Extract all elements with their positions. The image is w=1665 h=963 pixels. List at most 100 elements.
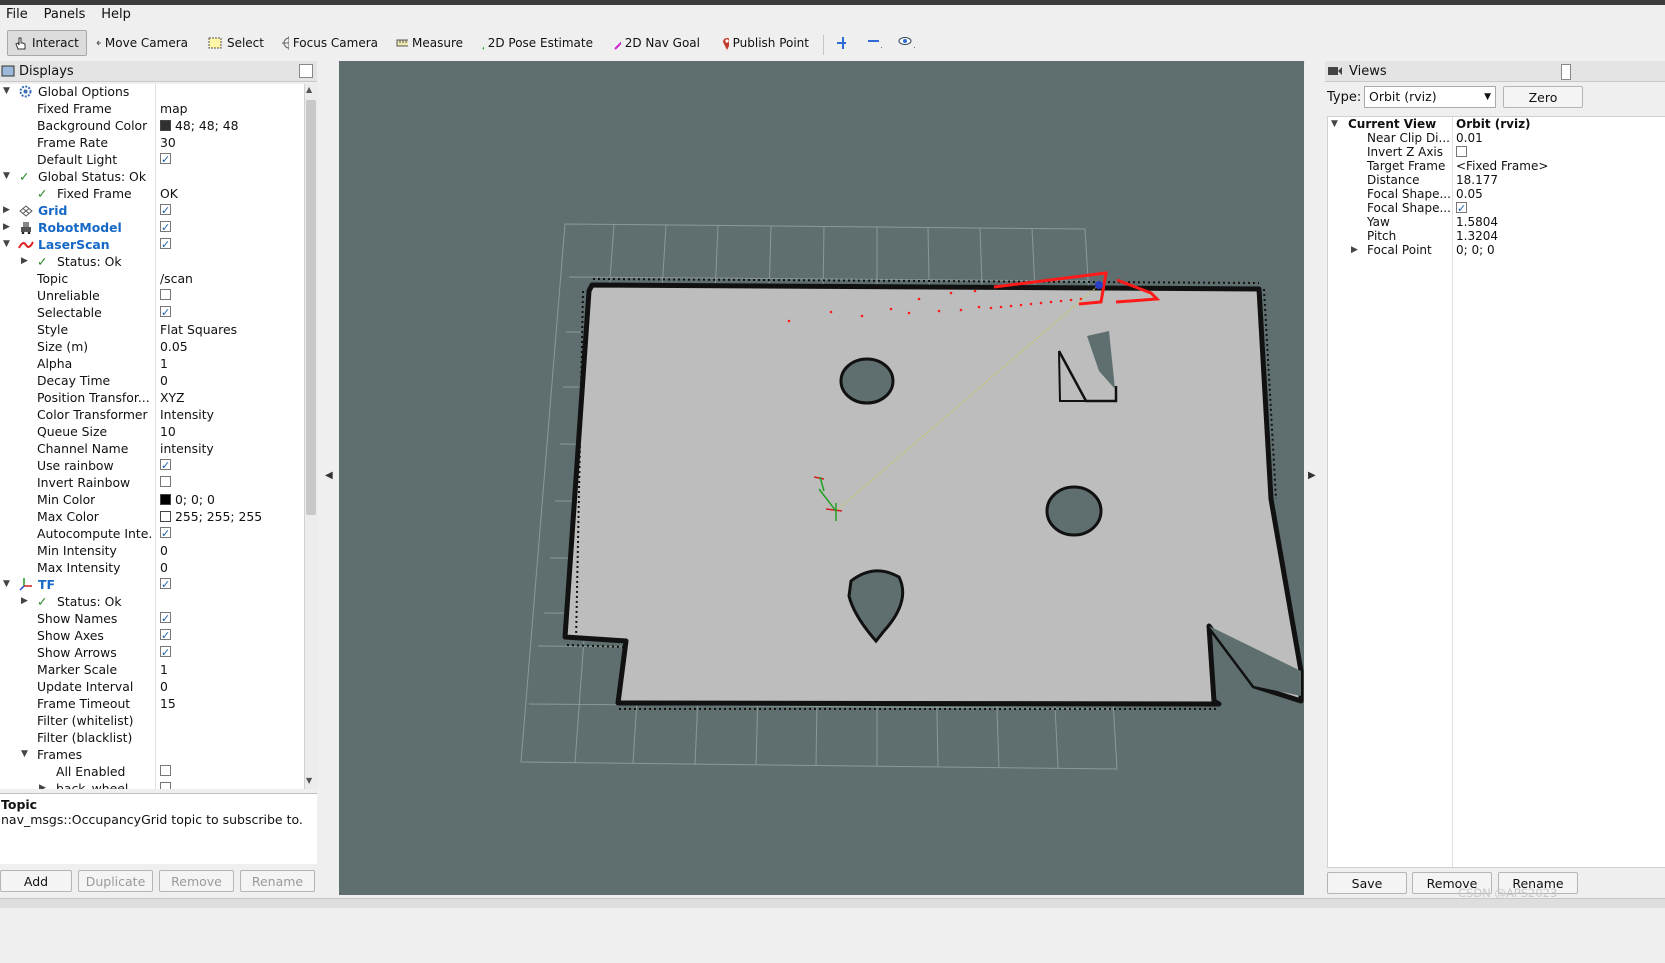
views-float-button[interactable] (1561, 64, 1571, 80)
menu-panels[interactable]: Panels (38, 5, 92, 22)
checkbox-checked[interactable]: ✓ (160, 459, 171, 471)
tree-row-channel-name[interactable]: Channel Name intensity (0, 440, 304, 457)
menu-file[interactable]: File (0, 5, 34, 22)
rename-display-button[interactable]: Rename (240, 870, 315, 892)
checkbox-checked[interactable]: ✓ (160, 578, 171, 590)
add-display-button[interactable]: Add (0, 870, 72, 892)
tree-row-grid[interactable]: ▶ Grid ✓ (0, 202, 304, 219)
tree-row-marker-scale[interactable]: Marker Scale 1 (0, 661, 304, 678)
collapse-left-icon[interactable]: ◀ (325, 470, 333, 481)
nav-goal-tool-button[interactable]: 2D Nav Goal (609, 30, 704, 56)
tree-row-autocompute-intensity[interactable]: Autocompute Inte... ✓ (0, 525, 304, 542)
tree-row-style[interactable]: Style Flat Squares (0, 321, 304, 338)
tree-row-filter-blacklist[interactable]: Filter (blacklist) (0, 729, 304, 746)
checkbox-unchecked[interactable] (160, 782, 171, 789)
checkbox-checked[interactable]: ✓ (160, 238, 171, 250)
duplicate-display-button[interactable]: Duplicate (78, 870, 153, 892)
tree-row-filter-whitelist[interactable]: Filter (whitelist) (0, 712, 304, 729)
move-camera-tool-button[interactable]: Move Camera (92, 30, 192, 56)
tree-row-show-names[interactable]: Show Names ✓ (0, 610, 304, 627)
displays-scrollbar-thumb[interactable] (306, 100, 316, 515)
render-viewport[interactable] (339, 61, 1304, 895)
tree-row-max-color[interactable]: Max Color 255; 255; 255 (0, 508, 304, 525)
scroll-down-icon[interactable]: ▼ (306, 776, 312, 785)
tree-row-back-wheel[interactable]: ▶ back_wheel (0, 780, 304, 789)
tree-row-tf-status[interactable]: ▶ ✓ Status: Ok (0, 593, 304, 610)
tree-row-global-options[interactable]: ▼ Global Options (0, 84, 304, 100)
tree-row-laserscan[interactable]: ▼ LaserScan ✓ (0, 236, 304, 253)
checkbox-checked[interactable]: ✓ (160, 306, 171, 318)
tree-row-default-light[interactable]: Default Light ✓ (0, 151, 304, 168)
view-row-near-clip[interactable]: Near Clip Di... 0.01 (1328, 131, 1665, 145)
zero-view-button[interactable]: Zero (1503, 86, 1583, 108)
view-row-target-frame[interactable]: Target Frame <Fixed Frame> (1328, 159, 1665, 173)
checkbox-checked[interactable]: ✓ (160, 204, 171, 216)
view-row-current-view[interactable]: ▼ Current View Orbit (rviz) (1328, 117, 1665, 131)
tree-row-all-enabled[interactable]: All Enabled (0, 763, 304, 780)
tree-row-min-color[interactable]: Min Color 0; 0; 0 (0, 491, 304, 508)
tree-row-max-intensity[interactable]: Max Intensity 0 (0, 559, 304, 576)
checkbox-checked[interactable]: ✓ (160, 527, 171, 539)
tree-row-robotmodel[interactable]: ▶ RobotModel ✓ (0, 219, 304, 236)
tree-row-frame-timeout[interactable]: Frame Timeout 15 (0, 695, 304, 712)
view-row-distance[interactable]: Distance 18.177 (1328, 173, 1665, 187)
checkbox-checked[interactable]: ✓ (160, 646, 171, 658)
save-view-button[interactable]: Save (1327, 872, 1407, 894)
tree-row-position-transformer[interactable]: Position Transfor... XYZ (0, 389, 304, 406)
tree-row-use-rainbow[interactable]: Use rainbow ✓ (0, 457, 304, 474)
focus-camera-tool-button[interactable]: Focus Camera (277, 30, 382, 56)
displays-float-button[interactable] (299, 64, 313, 78)
tree-row-show-arrows[interactable]: Show Arrows ✓ (0, 644, 304, 661)
tree-row-tf[interactable]: ▼ TF ✓ (0, 576, 304, 593)
checkbox-unchecked[interactable] (160, 476, 171, 487)
tree-row-status-fixed-frame[interactable]: ✓ Fixed Frame OK (0, 185, 304, 202)
tree-row-size[interactable]: Size (m) 0.05 (0, 338, 304, 355)
tree-row-show-axes[interactable]: Show Axes ✓ (0, 627, 304, 644)
tree-row-invert-rainbow[interactable]: Invert Rainbow (0, 474, 304, 491)
scroll-up-icon[interactable]: ▲ (306, 85, 312, 94)
tree-row-topic[interactable]: Topic/scan (0, 270, 304, 287)
tree-row-selectable[interactable]: Selectable ✓ (0, 304, 304, 321)
tree-row-queue-size[interactable]: Queue Size 10 (0, 423, 304, 440)
pose-estimate-tool-button[interactable]: 2D Pose Estimate (477, 30, 597, 56)
checkbox-unchecked[interactable] (1456, 146, 1467, 157)
remove-display-button[interactable]: Remove (159, 870, 234, 892)
select-tool-button[interactable]: Select (203, 30, 268, 56)
view-row-focal-shape-fixed[interactable]: Focal Shape... ✓ (1328, 201, 1665, 215)
publish-point-tool-button[interactable]: Publish Point (716, 30, 813, 56)
tree-row-frame-rate[interactable]: Frame Rate 30 (0, 134, 304, 151)
tree-row-global-status[interactable]: ▼ ✓ Global Status: Ok (0, 168, 304, 185)
view-row-focal-point[interactable]: ▶ Focal Point 0; 0; 0 (1328, 243, 1665, 257)
tree-row-color-transformer[interactable]: Color Transformer Intensity (0, 406, 304, 423)
measure-tool-button[interactable]: Measure (392, 30, 467, 56)
add-tool-button[interactable] (832, 30, 854, 56)
interact-tool-button[interactable]: Interact (7, 30, 87, 56)
right-splitter[interactable]: ▶ (1305, 61, 1325, 895)
collapse-right-icon[interactable]: ▶ (1308, 470, 1316, 481)
checkbox-checked[interactable]: ✓ (160, 629, 171, 641)
tree-row-fixed-frame[interactable]: Fixed Frame map (0, 100, 304, 117)
checkbox-unchecked[interactable] (160, 765, 171, 776)
tree-row-decay-time[interactable]: Decay Time 0 (0, 372, 304, 389)
tree-row-background-color[interactable]: Background Color 48; 48; 48 (0, 117, 304, 134)
tree-row-alpha[interactable]: Alpha 1 (0, 355, 304, 372)
tree-row-laser-status[interactable]: ▶ ✓ Status: Ok (0, 253, 304, 270)
tool-properties-button[interactable] (893, 30, 923, 56)
view-row-pitch[interactable]: Pitch 1.3204 (1328, 229, 1665, 243)
menu-help[interactable]: Help (95, 5, 137, 22)
checkbox-checked[interactable]: ✓ (160, 612, 171, 624)
remove-tool-button[interactable] (862, 30, 890, 56)
checkbox-checked[interactable]: ✓ (160, 153, 171, 165)
view-type-select[interactable]: Orbit (rviz) ▼ (1364, 86, 1496, 108)
tree-row-min-intensity[interactable]: Min Intensity 0 (0, 542, 304, 559)
view-row-focal-shape-size[interactable]: Focal Shape... 0.05 (1328, 187, 1665, 201)
view-row-yaw[interactable]: Yaw 1.5804 (1328, 215, 1665, 229)
tree-row-update-interval[interactable]: Update Interval 0 (0, 678, 304, 695)
tree-row-frames[interactable]: ▼ Frames (0, 746, 304, 763)
tree-row-unreliable[interactable]: Unreliable (0, 287, 304, 304)
checkbox-checked[interactable]: ✓ (160, 221, 171, 233)
checkbox-checked[interactable]: ✓ (1456, 202, 1467, 214)
view-row-invert-z[interactable]: Invert Z Axis (1328, 145, 1665, 159)
map-scene[interactable] (339, 61, 1304, 895)
checkbox-unchecked[interactable] (160, 289, 171, 300)
